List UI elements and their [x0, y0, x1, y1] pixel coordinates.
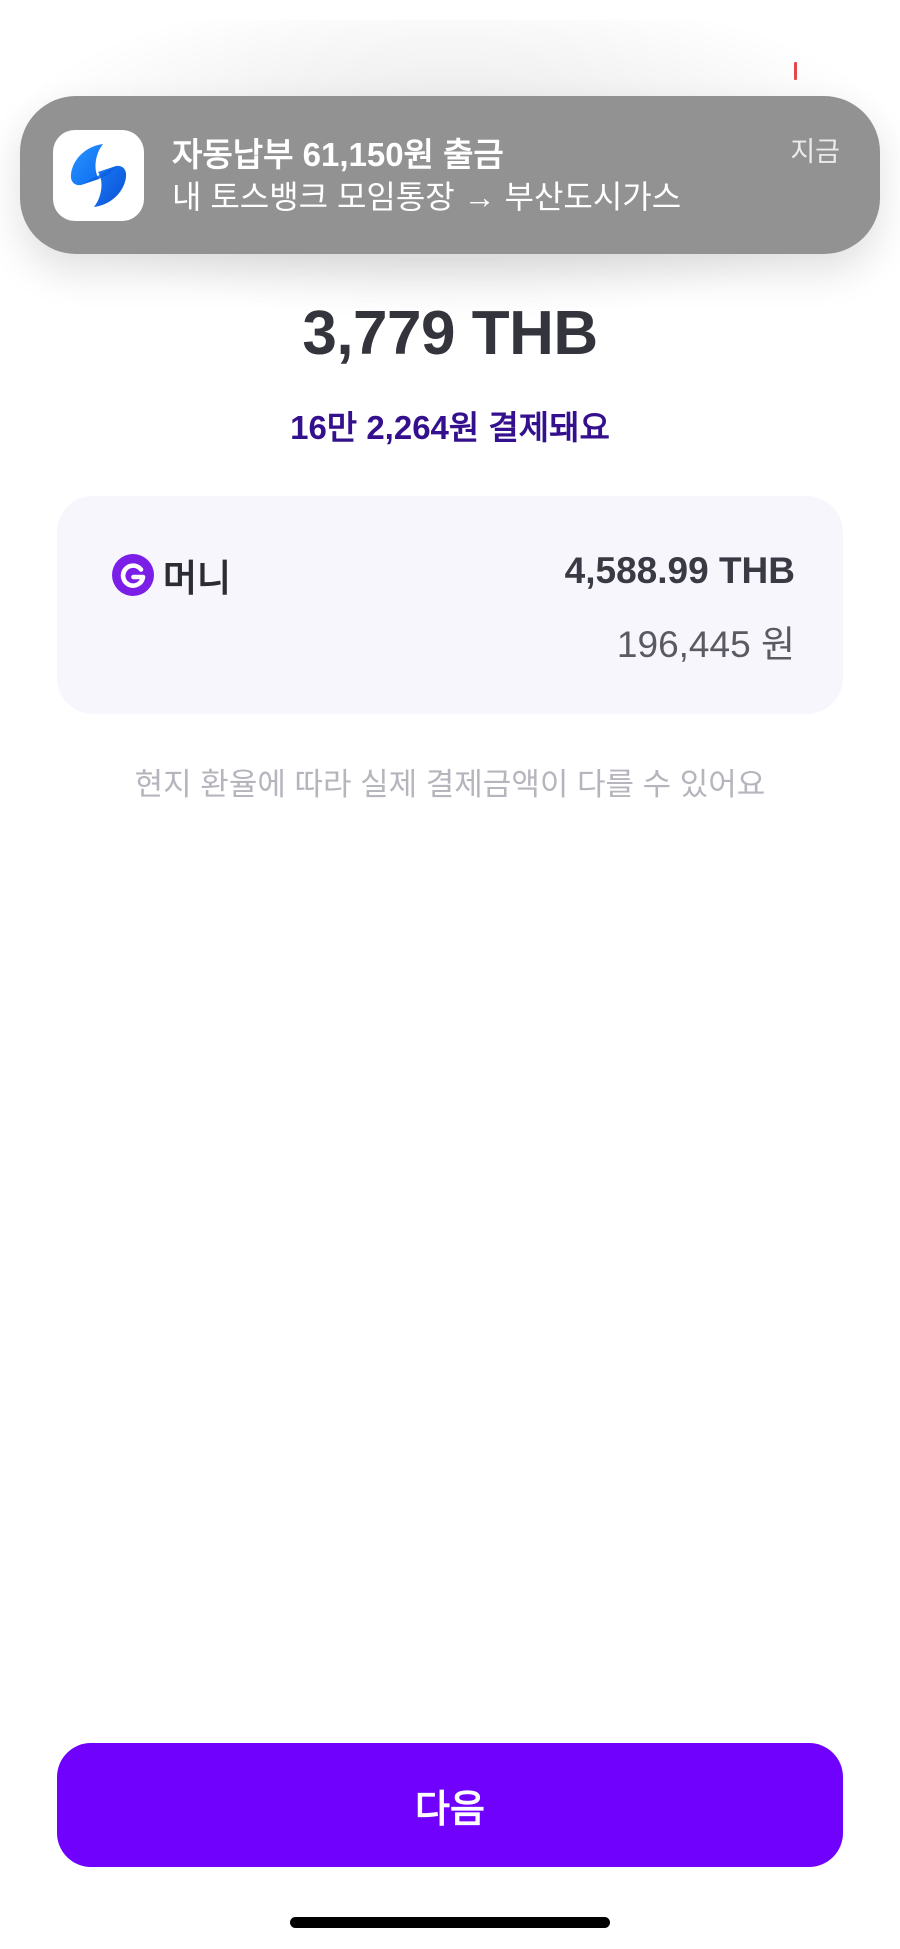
g-money-logo-icon: [112, 554, 154, 596]
exchange-rate-disclaimer: 현지 환율에 따라 실제 결제금액이 다를 수 있어요: [134, 767, 766, 802]
notification-time: 지금: [790, 137, 840, 167]
balance-label: 머니: [163, 558, 232, 599]
balance-thb: 4,588.99 THB: [564, 550, 795, 591]
charge-note: 16만 2,264원 결제돼요: [290, 409, 610, 446]
payment-confirm-screen: 자동납부 61,150원 출금 내 토스뱅크 모임통장 → 부산도시가스 지금 …: [0, 0, 900, 1949]
balance-krw: 196,445 원: [616, 624, 795, 665]
home-indicator[interactable]: [290, 1917, 610, 1928]
notification-banner[interactable]: 자동납부 61,150원 출금 내 토스뱅크 모임통장 → 부산도시가스 지금: [20, 96, 880, 254]
balance-card: 머니 4,588.99 THB 196,445 원: [57, 496, 843, 714]
toss-bank-icon: [53, 130, 144, 221]
notification-body: 내 토스뱅크 모임통장 → 부산도시가스: [172, 179, 682, 215]
notification-title: 자동납부 61,150원 출금: [172, 136, 504, 173]
status-indicator: [794, 62, 797, 80]
payment-amount: 3,779 THB: [302, 299, 598, 368]
next-button[interactable]: 다음: [57, 1743, 843, 1867]
